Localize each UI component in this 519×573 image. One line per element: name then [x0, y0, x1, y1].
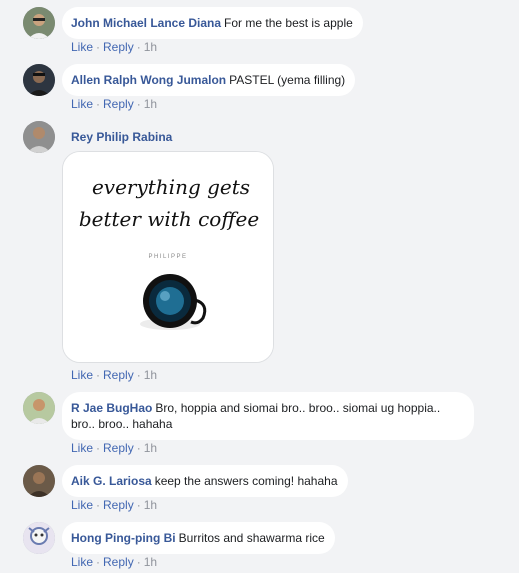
comment-author[interactable]: Hong Ping-ping Bi [71, 531, 176, 545]
like-link[interactable]: Like [71, 441, 93, 455]
comment-image[interactable]: everything gets better with coffee PHILI… [62, 151, 274, 363]
like-link[interactable]: Like [71, 368, 93, 382]
comment-actions: Like · Reply · 1h [71, 441, 157, 455]
reply-link[interactable]: Reply [103, 555, 134, 569]
reply-link[interactable]: Reply [103, 40, 134, 54]
comment-actions: Like · Reply · 1h [71, 40, 157, 54]
comment-bubble: Allen Ralph Wong Jumalon PASTEL (yema fil… [62, 64, 356, 96]
separator: · [136, 40, 141, 54]
comment-actions: Like · Reply · 1h [71, 555, 157, 569]
avatar[interactable] [23, 64, 55, 96]
comment-author[interactable]: R Jae BugHao [71, 401, 152, 415]
comment-text: For me the best is apple [224, 16, 353, 30]
comment-bubble: John Michael Lance Diana For me the best … [62, 7, 363, 39]
separator: · [96, 498, 101, 512]
separator: · [96, 40, 101, 54]
like-link[interactable]: Like [71, 498, 93, 512]
separator: · [136, 441, 141, 455]
comment-author[interactable]: John Michael Lance Diana [71, 16, 221, 30]
image-text-line2: better with coffee [79, 207, 259, 231]
comment-actions: Like · Reply · 1h [71, 498, 157, 512]
reply-link[interactable]: Reply [103, 97, 134, 111]
comment-author[interactable]: Allen Ralph Wong Jumalon [71, 73, 226, 87]
comment-bubble: Hong Ping-ping Bi Burritos and shawarma r… [62, 522, 335, 554]
avatar[interactable] [23, 121, 55, 153]
reply-link[interactable]: Reply [103, 441, 134, 455]
separator: · [136, 368, 141, 382]
separator: · [136, 498, 141, 512]
comment-bubble: Aik G. Lariosa keep the answers coming! h… [62, 465, 348, 497]
avatar[interactable] [23, 392, 55, 424]
comment-text: PASTEL (yema filling) [229, 73, 346, 87]
timestamp-link[interactable]: 1h [144, 40, 157, 54]
timestamp-link[interactable]: 1h [144, 368, 157, 382]
image-text-line1: everything gets [92, 175, 250, 199]
timestamp-link[interactable]: 1h [144, 441, 157, 455]
like-link[interactable]: Like [71, 97, 93, 111]
timestamp-link[interactable]: 1h [144, 498, 157, 512]
like-link[interactable]: Like [71, 40, 93, 54]
timestamp-link[interactable]: 1h [144, 555, 157, 569]
comment-text: Burritos and shawarma rice [178, 531, 325, 545]
comment-actions: Like · Reply · 1h [71, 368, 157, 382]
avatar[interactable] [23, 7, 55, 39]
reply-link[interactable]: Reply [103, 498, 134, 512]
reply-link[interactable]: Reply [103, 368, 134, 382]
separator: · [136, 555, 141, 569]
comment-bubble: R Jae BugHao Bro, hoppia and siomai bro..… [62, 392, 474, 440]
separator: · [96, 555, 101, 569]
separator: · [96, 441, 101, 455]
timestamp-link[interactable]: 1h [144, 97, 157, 111]
avatar[interactable] [23, 465, 55, 497]
comment-author[interactable]: Aik G. Lariosa [71, 474, 152, 488]
image-brand: PHILIPPE [148, 254, 187, 260]
avatar[interactable] [23, 522, 55, 554]
separator: · [96, 97, 101, 111]
comment-actions: Like · Reply · 1h [71, 97, 157, 111]
like-link[interactable]: Like [71, 555, 93, 569]
comment-text: keep the answers coming! hahaha [154, 474, 338, 488]
separator: · [96, 368, 101, 382]
comment-bubble: Rey Philip Rabina [62, 121, 185, 153]
separator: · [136, 97, 141, 111]
comment-author[interactable]: Rey Philip Rabina [71, 130, 172, 144]
